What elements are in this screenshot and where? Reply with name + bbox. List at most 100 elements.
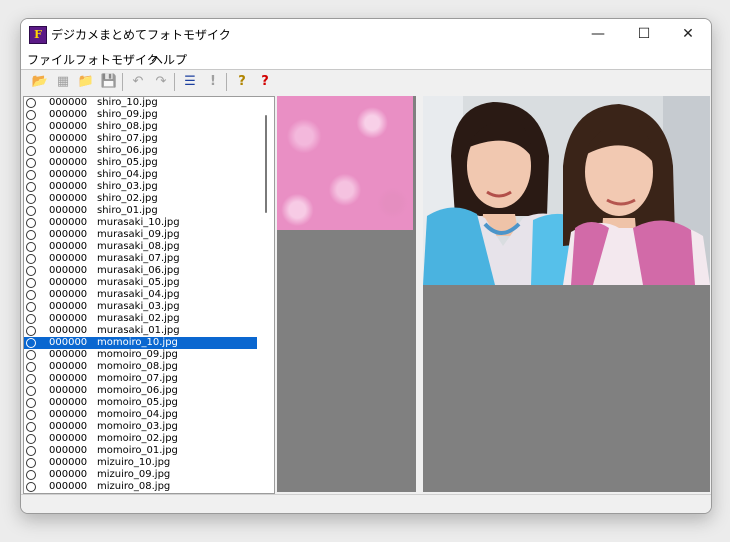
radio-icon[interactable] [26,290,36,300]
list-item[interactable]: 000000 mizuiro_09.jpg [24,469,257,481]
list-item[interactable]: 000000 murasaki_06.jpg [24,265,257,277]
radio-icon[interactable] [26,374,36,384]
radio-icon[interactable] [26,206,36,216]
radio-icon[interactable] [26,314,36,324]
radio-icon[interactable] [26,482,36,492]
list-item[interactable]: 000000 shiro_07.jpg [24,133,257,145]
list-item[interactable]: 000000 shiro_03.jpg [24,181,257,193]
menu-help[interactable]: ヘルプ [151,51,187,68]
file-name: murasaki_04.jpg [97,289,180,300]
file-name: shiro_08.jpg [97,121,158,132]
list-item[interactable]: 000000 murasaki_09.jpg [24,229,257,241]
menu-file[interactable]: ファイル [27,51,75,68]
list-item[interactable]: 000000 shiro_06.jpg [24,145,257,157]
maximize-button[interactable]: ☐ [621,19,667,49]
radio-icon[interactable] [26,422,36,432]
list-icon[interactable]: ☰ [181,73,199,91]
thumbnail-icon[interactable]: ▦ [54,73,72,91]
help-icon[interactable]: ? [233,73,251,91]
list-item[interactable]: 000000 murasaki_04.jpg [24,289,257,301]
open-folder-icon[interactable]: 📂 [31,73,49,91]
file-list[interactable]: 000000 shiro_10.jpg 000000 shiro_09.jpg 0000… [23,96,275,494]
radio-icon[interactable] [26,98,36,108]
list-item[interactable]: 000000 momoiro_10.jpg [24,337,257,349]
minimize-button[interactable]: — [575,19,621,49]
radio-icon[interactable] [26,278,36,288]
file-name: murasaki_05.jpg [97,277,180,288]
list-item[interactable]: 000000 momoiro_06.jpg [24,385,257,397]
radio-icon[interactable] [26,434,36,444]
app-icon[interactable]: F [29,26,47,44]
list-item[interactable]: 000000 shiro_04.jpg [24,169,257,181]
close-button[interactable]: ✕ [665,19,711,49]
radio-icon[interactable] [26,410,36,420]
list-item[interactable]: 000000 mizuiro_08.jpg [24,481,257,493]
radio-icon[interactable] [26,242,36,252]
radio-icon[interactable] [26,338,36,348]
radio-icon[interactable] [26,302,36,312]
file-name: momoiro_01.jpg [97,445,178,456]
radio-icon[interactable] [26,266,36,276]
usage-count: 000000 [49,169,88,180]
list-item[interactable]: 000000 mizuiro_10.jpg [24,457,257,469]
radio-icon[interactable] [26,470,36,480]
help-red-icon[interactable]: ? [256,73,274,91]
usage-count: 000000 [49,229,88,240]
list-item[interactable]: 000000 momoiro_09.jpg [24,349,257,361]
list-item[interactable]: 000000 shiro_02.jpg [24,193,257,205]
list-item[interactable]: 000000 momoiro_03.jpg [24,421,257,433]
title-bar[interactable]: F デジカメまとめてフォトモザイク — ☐ ✕ [21,19,711,49]
radio-icon[interactable] [26,230,36,240]
list-item[interactable]: 000000 shiro_05.jpg [24,157,257,169]
radio-icon[interactable] [26,446,36,456]
radio-icon[interactable] [26,386,36,396]
list-item[interactable]: 000000 murasaki_08.jpg [24,241,257,253]
menu-bar: ファイル フォトモザイク ヘルプ [21,49,711,69]
usage-count: 000000 [49,157,88,168]
folder-icon[interactable]: 📁 [77,73,95,91]
list-item[interactable]: 000000 momoiro_04.jpg [24,409,257,421]
radio-icon[interactable] [26,194,36,204]
list-item[interactable]: 000000 shiro_09.jpg [24,109,257,121]
list-item[interactable]: 000000 momoiro_01.jpg [24,445,257,457]
list-item[interactable]: 000000 momoiro_05.jpg [24,397,257,409]
tile-preview-image [277,96,413,230]
undo-icon[interactable]: ↶ [129,73,147,91]
save-icon[interactable]: 💾 [100,73,118,91]
list-item[interactable]: 000000 momoiro_08.jpg [24,361,257,373]
usage-count: 000000 [49,445,88,456]
list-item[interactable]: 000000 murasaki_01.jpg [24,325,257,337]
list-item[interactable]: 000000 murasaki_03.jpg [24,301,257,313]
radio-icon[interactable] [26,146,36,156]
list-item[interactable]: 000000 shiro_08.jpg [24,121,257,133]
redo-icon[interactable]: ↷ [152,73,170,91]
list-item[interactable]: 000000 shiro_10.jpg [24,97,257,109]
radio-icon[interactable] [26,218,36,228]
list-item[interactable]: 000000 murasaki_05.jpg [24,277,257,289]
list-item[interactable]: 000000 murasaki_02.jpg [24,313,257,325]
list-item[interactable]: 000000 shiro_01.jpg [24,205,257,217]
radio-icon[interactable] [26,170,36,180]
vertical-scrollbar[interactable] [259,97,274,493]
radio-icon[interactable] [26,326,36,336]
radio-icon[interactable] [26,134,36,144]
exclamation-icon[interactable]: ! [204,73,222,91]
list-item[interactable]: 000000 murasaki_07.jpg [24,253,257,265]
menu-photomosaic[interactable]: フォトモザイク [75,51,159,68]
list-item[interactable]: 000000 murasaki_10.jpg [24,217,257,229]
radio-icon[interactable] [26,350,36,360]
radio-icon[interactable] [26,110,36,120]
scrollbar-thumb[interactable] [265,115,267,213]
radio-icon[interactable] [26,254,36,264]
radio-icon[interactable] [26,398,36,408]
file-name: shiro_06.jpg [97,145,158,156]
radio-icon[interactable] [26,122,36,132]
radio-icon[interactable] [26,458,36,468]
radio-icon[interactable] [26,362,36,372]
radio-icon[interactable] [26,182,36,192]
radio-icon[interactable] [26,158,36,168]
file-name: shiro_10.jpg [97,97,158,108]
list-item[interactable]: 000000 momoiro_02.jpg [24,433,257,445]
list-item[interactable]: 000000 momoiro_07.jpg [24,373,257,385]
file-name: murasaki_08.jpg [97,241,180,252]
